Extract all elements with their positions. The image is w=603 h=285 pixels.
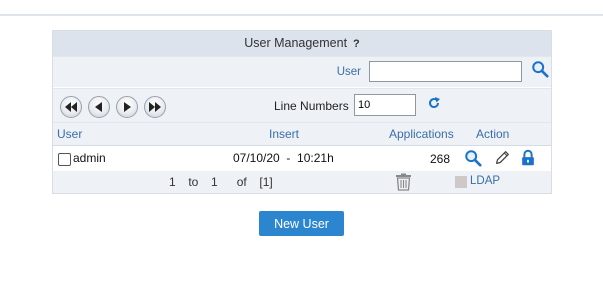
new-user-button[interactable]: New User [259,211,344,236]
row-insert-date: 07/10/20 - 10:21h [233,151,334,165]
table-row: admin 07/10/20 - 10:21h 268 [53,147,551,171]
edit-pencil-icon[interactable] [493,149,511,167]
previous-page-button[interactable] [88,96,110,118]
ldap-indicator [455,176,467,188]
double-left-arrow-icon [65,102,77,112]
panel-title: User Management [244,36,348,50]
refresh-icon[interactable] [427,96,441,110]
navigation-row: Line Numbers [53,88,551,122]
user-search-label: User [336,66,361,78]
lock-icon[interactable] [519,149,537,167]
row-select-checkbox[interactable] [58,153,71,166]
row-user: admin [73,151,106,165]
line-numbers-input[interactable] [354,94,416,116]
trash-icon[interactable] [395,173,412,191]
table-footer: 1 to 1 of [1] LDAP [53,171,551,193]
user-management-panel: User Management? User Line Numbers 10 Us… [52,30,552,194]
user-search-input[interactable] [369,61,522,82]
left-arrow-icon [95,102,102,112]
line-numbers-label: Line Numbers [274,99,349,113]
pagination-info: 1 to 1 of [1] [169,175,273,189]
double-right-arrow-icon [149,102,161,112]
search-icon[interactable] [531,60,549,78]
column-insert[interactable]: Insert [269,127,299,141]
search-icon[interactable] [464,149,482,167]
next-page-button[interactable] [116,96,138,118]
search-row: User [53,56,551,87]
column-applications[interactable]: Applications [389,127,454,141]
top-divider [0,14,603,16]
first-page-button[interactable] [60,96,82,118]
column-user[interactable]: User [57,127,82,141]
last-page-button[interactable] [144,96,166,118]
panel-header: User Management? [53,31,551,56]
row-applications: 268 [430,152,451,166]
help-icon[interactable]: ? [353,38,360,50]
table-header: User Insert Applications Action [53,122,551,146]
ldap-link[interactable]: LDAP [470,175,500,187]
column-action: Action [476,127,510,141]
right-arrow-icon [124,102,131,112]
